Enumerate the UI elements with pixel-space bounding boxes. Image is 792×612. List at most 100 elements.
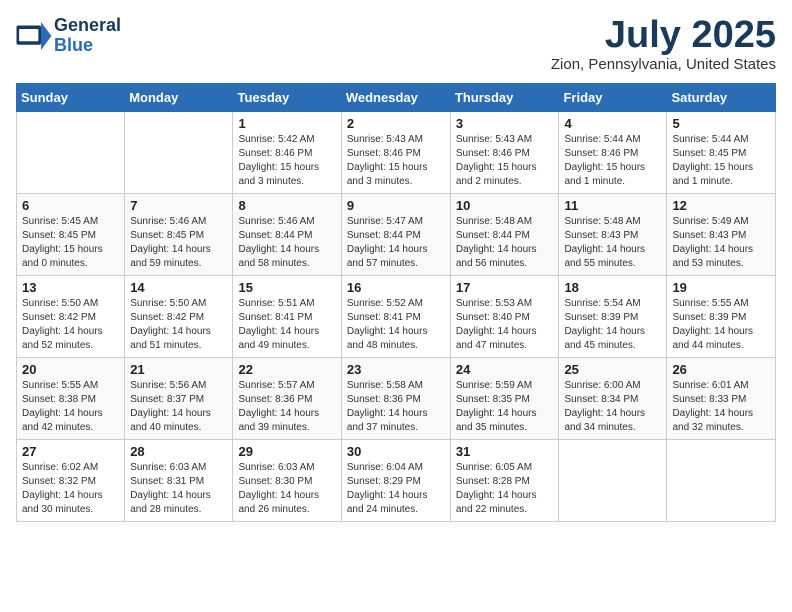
calendar-cell: 17 Sunrise: 5:53 AMSunset: 8:40 PMDayligh… bbox=[450, 276, 559, 358]
day-number: 17 bbox=[456, 280, 554, 295]
calendar-week-4: 20 Sunrise: 5:55 AMSunset: 8:38 PMDayligh… bbox=[17, 358, 776, 440]
calendar-week-3: 13 Sunrise: 5:50 AMSunset: 8:42 PMDayligh… bbox=[17, 276, 776, 358]
day-number: 9 bbox=[347, 198, 445, 213]
column-header-monday: Monday bbox=[125, 84, 233, 112]
cell-info: Sunrise: 5:42 AMSunset: 8:46 PMDaylight:… bbox=[238, 133, 335, 189]
cell-info: Sunrise: 5:44 AMSunset: 8:45 PMDaylight:… bbox=[672, 133, 770, 189]
cell-info: Sunrise: 5:50 AMSunset: 8:42 PMDaylight:… bbox=[130, 297, 227, 353]
calendar-week-5: 27 Sunrise: 6:02 AMSunset: 8:32 PMDayligh… bbox=[17, 440, 776, 522]
page-header: General Blue July 2025 Zion, Pennsylvani… bbox=[16, 16, 776, 73]
calendar-cell: 4 Sunrise: 5:44 AMSunset: 8:46 PMDaylight… bbox=[559, 112, 667, 194]
calendar-cell: 10 Sunrise: 5:48 AMSunset: 8:44 PMDayligh… bbox=[450, 194, 559, 276]
day-number: 27 bbox=[22, 444, 119, 459]
day-number: 24 bbox=[456, 362, 554, 377]
column-header-wednesday: Wednesday bbox=[341, 84, 450, 112]
day-number: 21 bbox=[130, 362, 227, 377]
cell-info: Sunrise: 5:57 AMSunset: 8:36 PMDaylight:… bbox=[238, 379, 335, 435]
calendar-cell: 16 Sunrise: 5:52 AMSunset: 8:41 PMDayligh… bbox=[341, 276, 450, 358]
calendar-cell: 2Sunrise: 5:43 AMSunset: 8:46 PMDaylight… bbox=[341, 112, 450, 194]
cell-info: Sunrise: 5:49 AMSunset: 8:43 PMDaylight:… bbox=[672, 215, 770, 271]
day-number: 31 bbox=[456, 444, 554, 459]
calendar-cell: 27 Sunrise: 6:02 AMSunset: 8:32 PMDayligh… bbox=[17, 440, 125, 522]
day-number: 28 bbox=[130, 444, 227, 459]
calendar-cell: 6 Sunrise: 5:45 AMSunset: 8:45 PMDaylight… bbox=[17, 194, 125, 276]
day-number: 15 bbox=[238, 280, 335, 295]
column-header-thursday: Thursday bbox=[450, 84, 559, 112]
day-number: 26 bbox=[672, 362, 770, 377]
cell-info: Sunrise: 5:53 AMSunset: 8:40 PMDaylight:… bbox=[456, 297, 554, 353]
cell-info: Sunrise: 5:58 AMSunset: 8:36 PMDaylight:… bbox=[347, 379, 445, 435]
calendar-table: SundayMondayTuesdayWednesdayThursdayFrid… bbox=[16, 83, 776, 522]
calendar-cell: 23Sunrise: 5:58 AMSunset: 8:36 PMDayligh… bbox=[341, 358, 450, 440]
logo-icon bbox=[16, 22, 52, 50]
day-number: 2 bbox=[347, 116, 445, 131]
calendar-cell: 3Sunrise: 5:43 AMSunset: 8:46 PMDaylight… bbox=[450, 112, 559, 194]
day-number: 6 bbox=[22, 198, 119, 213]
calendar-cell: 24Sunrise: 5:59 AMSunset: 8:35 PMDayligh… bbox=[450, 358, 559, 440]
cell-info: Sunrise: 5:55 AMSunset: 8:39 PMDaylight:… bbox=[672, 297, 770, 353]
calendar-cell bbox=[667, 440, 776, 522]
day-number: 25 bbox=[564, 362, 661, 377]
calendar-header-row: SundayMondayTuesdayWednesdayThursdayFrid… bbox=[17, 84, 776, 112]
day-number: 30 bbox=[347, 444, 445, 459]
day-number: 16 bbox=[347, 280, 445, 295]
day-number: 29 bbox=[238, 444, 335, 459]
calendar-cell: 15Sunrise: 5:51 AMSunset: 8:41 PMDayligh… bbox=[233, 276, 341, 358]
calendar-cell bbox=[17, 112, 125, 194]
calendar-cell: 20 Sunrise: 5:55 AMSunset: 8:38 PMDayligh… bbox=[17, 358, 125, 440]
day-number: 10 bbox=[456, 198, 554, 213]
day-number: 5 bbox=[672, 116, 770, 131]
day-number: 7 bbox=[130, 198, 227, 213]
calendar-cell: 1 Sunrise: 5:42 AMSunset: 8:46 PMDaylight… bbox=[233, 112, 341, 194]
day-number: 22 bbox=[238, 362, 335, 377]
cell-info: Sunrise: 5:56 AMSunset: 8:37 PMDaylight:… bbox=[130, 379, 227, 435]
cell-info: Sunrise: 5:46 AMSunset: 8:45 PMDaylight:… bbox=[130, 215, 227, 271]
calendar-cell: 25 Sunrise: 6:00 AMSunset: 8:34 PMDayligh… bbox=[559, 358, 667, 440]
column-header-friday: Friday bbox=[559, 84, 667, 112]
cell-info: Sunrise: 6:01 AMSunset: 8:33 PMDaylight:… bbox=[672, 379, 770, 435]
cell-info: Sunrise: 5:52 AMSunset: 8:41 PMDaylight:… bbox=[347, 297, 445, 353]
cell-info: Sunrise: 6:02 AMSunset: 8:32 PMDaylight:… bbox=[22, 461, 119, 517]
day-number: 20 bbox=[22, 362, 119, 377]
calendar-cell: 13 Sunrise: 5:50 AMSunset: 8:42 PMDayligh… bbox=[17, 276, 125, 358]
calendar-cell: 7 Sunrise: 5:46 AMSunset: 8:45 PMDaylight… bbox=[125, 194, 233, 276]
cell-info: Sunrise: 6:00 AMSunset: 8:34 PMDaylight:… bbox=[564, 379, 661, 435]
column-header-sunday: Sunday bbox=[17, 84, 125, 112]
calendar-cell: 5 Sunrise: 5:44 AMSunset: 8:45 PMDaylight… bbox=[667, 112, 776, 194]
calendar-week-1: 1 Sunrise: 5:42 AMSunset: 8:46 PMDaylight… bbox=[17, 112, 776, 194]
day-number: 11 bbox=[564, 198, 661, 213]
calendar-cell: 22 Sunrise: 5:57 AMSunset: 8:36 PMDayligh… bbox=[233, 358, 341, 440]
calendar-cell: 14 Sunrise: 5:50 AMSunset: 8:42 PMDayligh… bbox=[125, 276, 233, 358]
cell-info: Sunrise: 6:04 AMSunset: 8:29 PMDaylight:… bbox=[347, 461, 445, 517]
cell-info: Sunrise: 5:48 AMSunset: 8:43 PMDaylight:… bbox=[564, 215, 661, 271]
cell-info: Sunrise: 5:48 AMSunset: 8:44 PMDaylight:… bbox=[456, 215, 554, 271]
cell-info: Sunrise: 5:54 AMSunset: 8:39 PMDaylight:… bbox=[564, 297, 661, 353]
calendar-cell: 26 Sunrise: 6:01 AMSunset: 8:33 PMDayligh… bbox=[667, 358, 776, 440]
cell-info: Sunrise: 5:45 AMSunset: 8:45 PMDaylight:… bbox=[22, 215, 119, 271]
cell-info: Sunrise: 5:55 AMSunset: 8:38 PMDaylight:… bbox=[22, 379, 119, 435]
cell-info: Sunrise: 5:50 AMSunset: 8:42 PMDaylight:… bbox=[22, 297, 119, 353]
calendar-cell: 31 Sunrise: 6:05 AMSunset: 8:28 PMDayligh… bbox=[450, 440, 559, 522]
month-title: July 2025 bbox=[551, 16, 776, 54]
cell-info: Sunrise: 6:05 AMSunset: 8:28 PMDaylight:… bbox=[456, 461, 554, 517]
location: Zion, Pennsylvania, United States bbox=[551, 56, 776, 73]
calendar-cell: 18Sunrise: 5:54 AMSunset: 8:39 PMDayligh… bbox=[559, 276, 667, 358]
calendar-cell: 8Sunrise: 5:46 AMSunset: 8:44 PMDaylight… bbox=[233, 194, 341, 276]
logo: General Blue bbox=[16, 16, 121, 56]
day-number: 1 bbox=[238, 116, 335, 131]
cell-info: Sunrise: 5:44 AMSunset: 8:46 PMDaylight:… bbox=[564, 133, 661, 189]
day-number: 14 bbox=[130, 280, 227, 295]
title-block: July 2025 Zion, Pennsylvania, United Sta… bbox=[551, 16, 776, 73]
calendar-week-2: 6 Sunrise: 5:45 AMSunset: 8:45 PMDaylight… bbox=[17, 194, 776, 276]
column-header-tuesday: Tuesday bbox=[233, 84, 341, 112]
calendar-cell: 19 Sunrise: 5:55 AMSunset: 8:39 PMDayligh… bbox=[667, 276, 776, 358]
day-number: 4 bbox=[564, 116, 661, 131]
calendar-cell bbox=[559, 440, 667, 522]
calendar-cell: 12Sunrise: 5:49 AMSunset: 8:43 PMDayligh… bbox=[667, 194, 776, 276]
cell-info: Sunrise: 5:47 AMSunset: 8:44 PMDaylight:… bbox=[347, 215, 445, 271]
day-number: 8 bbox=[238, 198, 335, 213]
day-number: 19 bbox=[672, 280, 770, 295]
logo-text: General Blue bbox=[54, 16, 121, 56]
day-number: 13 bbox=[22, 280, 119, 295]
cell-info: Sunrise: 6:03 AMSunset: 8:31 PMDaylight:… bbox=[130, 461, 227, 517]
